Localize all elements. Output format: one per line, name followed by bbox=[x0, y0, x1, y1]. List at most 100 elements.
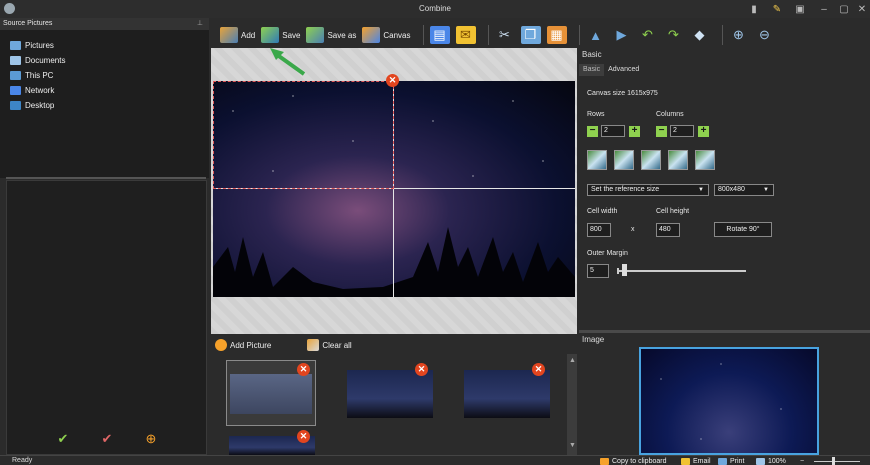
pencil-icon[interactable]: ✎ bbox=[771, 2, 783, 16]
layout-preset-2[interactable] bbox=[614, 150, 634, 170]
tree-item-desktop[interactable]: Desktop bbox=[10, 98, 65, 113]
size-preset-select[interactable]: 800x480 ▼ bbox=[714, 184, 774, 196]
add-circle-icon[interactable]: ⊕ bbox=[143, 431, 159, 447]
outer-margin-slider[interactable] bbox=[619, 270, 746, 272]
thumbnail-2[interactable] bbox=[347, 370, 433, 418]
network-icon bbox=[10, 86, 21, 95]
rows-input[interactable]: 2 bbox=[601, 125, 625, 137]
outer-margin-input[interactable]: 5 bbox=[587, 264, 609, 278]
rows-decrease-button[interactable]: − bbox=[587, 126, 598, 137]
chevron-down-icon: ▼ bbox=[698, 187, 704, 193]
thumbnail-1[interactable] bbox=[230, 374, 312, 414]
panel-splitter[interactable] bbox=[6, 177, 206, 179]
thumbnail-3[interactable] bbox=[464, 370, 550, 418]
document-folder-icon bbox=[10, 56, 21, 65]
print-icon bbox=[718, 457, 727, 465]
scissors-icon[interactable]: ✂ bbox=[495, 26, 515, 44]
image-panel-header: Image bbox=[582, 335, 605, 344]
source-pictures-header: Source Pictures ⊥ bbox=[0, 18, 209, 30]
clear-all-button[interactable]: Clear all bbox=[307, 334, 352, 356]
email-icon[interactable]: ✉ bbox=[455, 26, 476, 44]
tree-item-label: Documents bbox=[25, 56, 66, 65]
zoom-slider[interactable] bbox=[814, 461, 860, 462]
minimize-icon[interactable]: – bbox=[818, 2, 830, 16]
copy-icon[interactable]: ❐ bbox=[520, 26, 541, 44]
layout-preset-4[interactable] bbox=[668, 150, 688, 170]
columns-input[interactable]: 2 bbox=[670, 125, 694, 137]
selected-cell[interactable] bbox=[213, 81, 394, 189]
tree-item-label: This PC bbox=[25, 71, 54, 80]
remove-thumbnail-icon[interactable]: ✕ bbox=[297, 363, 310, 376]
source-pictures-panel: Source Pictures ⊥ Pictures Documents Thi… bbox=[0, 18, 209, 178]
add-picture-button[interactable]: Add Picture bbox=[215, 334, 271, 356]
reference-size-select[interactable]: Set the reference size ▼ bbox=[587, 184, 709, 196]
flip-vertical-icon[interactable]: ▲ bbox=[586, 26, 606, 44]
thumbnail-scrollbar[interactable]: ▲ ▼ bbox=[567, 354, 577, 455]
paste-icon[interactable]: ▦ bbox=[546, 26, 567, 44]
save-as-button[interactable]: Save as bbox=[306, 24, 356, 46]
pin-icon[interactable]: ⊥ bbox=[197, 18, 203, 30]
scroll-down-icon[interactable]: ▼ bbox=[569, 442, 576, 449]
layout-preset-3[interactable] bbox=[641, 150, 661, 170]
canvas-icon bbox=[362, 27, 381, 43]
eraser-icon[interactable]: ◆ bbox=[690, 26, 710, 44]
thumbnails-toolbar: Add Picture Clear all bbox=[211, 336, 577, 354]
columns-decrease-button[interactable]: − bbox=[656, 126, 667, 137]
desktop-icon bbox=[10, 101, 21, 110]
zoom-minus-icon[interactable]: − bbox=[800, 456, 804, 465]
save-as-icon bbox=[306, 27, 325, 43]
tree-silhouette bbox=[213, 227, 575, 297]
file-list-panel[interactable] bbox=[6, 180, 207, 455]
image-icon[interactable]: ▣ bbox=[794, 2, 806, 16]
rotate-right-icon[interactable]: ↷ bbox=[664, 26, 684, 44]
zoom-slider-thumb[interactable] bbox=[832, 457, 835, 465]
rotate-90-button[interactable]: Rotate 90° bbox=[714, 222, 772, 237]
cell-height-input[interactable]: 480 bbox=[656, 223, 680, 237]
remove-thumbnail-icon[interactable]: ✕ bbox=[532, 363, 545, 376]
tree-item-this-pc[interactable]: This PC bbox=[10, 68, 65, 83]
save-button[interactable]: Save bbox=[261, 24, 300, 46]
tree-item-documents[interactable]: Documents bbox=[10, 53, 65, 68]
check-icon[interactable]: ✔ bbox=[55, 431, 71, 447]
print-button[interactable]: Print bbox=[718, 456, 744, 465]
layout-preset-1[interactable] bbox=[587, 150, 607, 170]
add-button[interactable]: Add bbox=[220, 24, 255, 46]
close-icon[interactable]: ✕ bbox=[856, 2, 868, 16]
status-bar: Ready Copy to clipboard Email Print 100%… bbox=[0, 455, 870, 465]
zoom-label: 100% bbox=[768, 457, 786, 465]
document-icon[interactable]: ▮ bbox=[748, 2, 760, 16]
times-label: x bbox=[631, 226, 635, 233]
rotate-left-icon[interactable]: ↶ bbox=[638, 26, 658, 44]
zoom-in-icon[interactable]: ⊕ bbox=[729, 26, 749, 44]
reference-size-value: Set the reference size bbox=[591, 186, 660, 193]
remove-thumbnail-icon[interactable]: ✕ bbox=[297, 430, 310, 443]
rows-increase-button[interactable]: + bbox=[629, 126, 640, 137]
flip-horizontal-icon[interactable]: ▶ bbox=[612, 26, 632, 44]
outer-margin-slider-thumb[interactable] bbox=[622, 264, 627, 276]
tree-item-network[interactable]: Network bbox=[10, 83, 65, 98]
rows-label: Rows bbox=[587, 111, 605, 118]
star-field bbox=[641, 349, 817, 453]
tab-advanced[interactable]: Advanced bbox=[604, 64, 643, 76]
zoom-out-icon[interactable]: ⊖ bbox=[755, 26, 775, 44]
image-preview[interactable] bbox=[639, 347, 819, 455]
print-icon[interactable]: ▤ bbox=[429, 26, 450, 44]
remove-thumbnail-icon[interactable]: ✕ bbox=[415, 363, 428, 376]
thumbnail-list[interactable] bbox=[211, 354, 567, 455]
size-preset-value: 800x480 bbox=[718, 186, 745, 193]
check-all-icon[interactable]: ✔ bbox=[99, 431, 115, 447]
email-button[interactable]: Email bbox=[681, 456, 711, 465]
tab-basic[interactable]: Basic bbox=[579, 64, 605, 76]
maximize-icon[interactable]: ▢ bbox=[838, 2, 850, 16]
copy-to-clipboard-button[interactable]: Copy to clipboard bbox=[600, 456, 666, 465]
canvas-button[interactable]: Canvas bbox=[362, 24, 411, 46]
columns-increase-button[interactable]: + bbox=[698, 126, 709, 137]
scroll-up-icon[interactable]: ▲ bbox=[569, 357, 576, 364]
properties-tabs: Basic Advanced bbox=[579, 64, 643, 76]
layout-preset-5[interactable] bbox=[695, 150, 715, 170]
magnifier-icon bbox=[756, 457, 765, 465]
cell-width-input[interactable]: 800 bbox=[587, 223, 611, 237]
tree-item-pictures[interactable]: Pictures bbox=[10, 38, 65, 53]
remove-cell-icon[interactable]: ✕ bbox=[386, 74, 399, 87]
toolbar: Add Save Save as Canvas ▤ ✉ ✂ ❐ ▦ ▲ ▶ ↶ … bbox=[210, 22, 870, 48]
